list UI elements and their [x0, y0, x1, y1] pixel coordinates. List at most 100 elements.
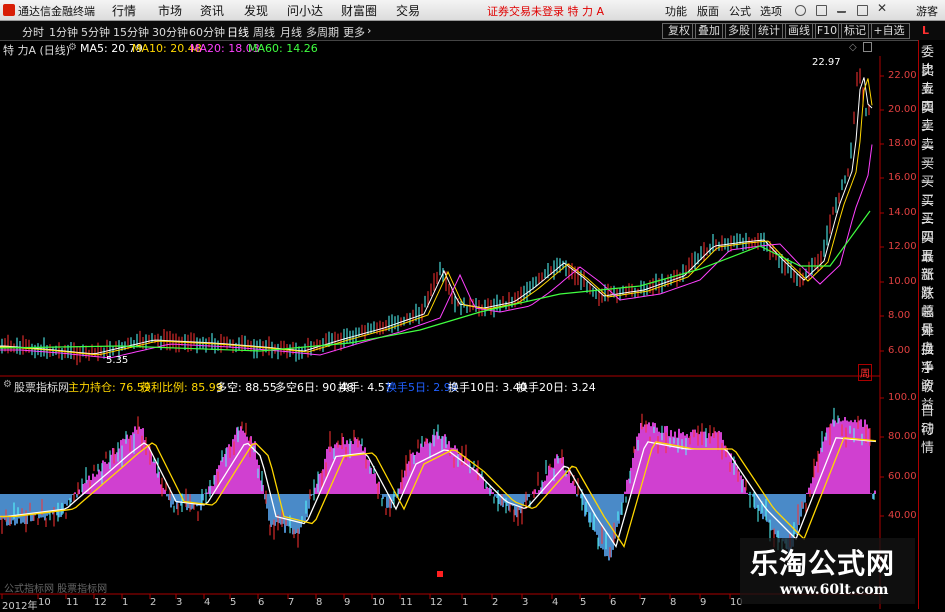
x-axis-label: 3 — [176, 597, 183, 608]
cloud-icon[interactable] — [816, 5, 827, 16]
indicator-y-label: 40.00 — [888, 510, 917, 521]
period-15min[interactable]: 15分钟 — [113, 24, 149, 40]
trade-login-alert[interactable]: 证券交易未登录 特 力 A — [487, 3, 604, 19]
fuquan-button[interactable]: 复权 — [662, 23, 696, 39]
avatar-icon[interactable] — [795, 5, 806, 16]
price-y-label: 8.00 — [888, 310, 911, 321]
biaoji-button[interactable]: 标记 — [838, 23, 872, 39]
price-y-label: 16.00 — [888, 172, 917, 183]
price-y-label: 20.00 — [888, 104, 917, 115]
menu-wenxiaoda[interactable]: 问小达 — [287, 2, 323, 19]
menu-zixun[interactable]: 资讯 — [200, 2, 224, 19]
diejia-button[interactable]: 叠加 — [692, 23, 726, 39]
overlay-text: 公式指标网 股票指标网 — [4, 584, 108, 595]
duogu-button[interactable]: 多股 — [722, 23, 756, 39]
watermark-url: www.60lt.com — [780, 582, 889, 598]
period-monthly[interactable]: 月线 — [280, 24, 302, 40]
add-watchlist-button[interactable]: +自选 — [868, 23, 910, 39]
huaxian-button[interactable]: 画线 — [782, 23, 816, 39]
kline-chart[interactable] — [0, 56, 918, 609]
chevron-right-icon[interactable]: › — [367, 24, 371, 37]
x-axis-label: 11 — [400, 597, 413, 608]
x-axis-label: 1 — [122, 597, 129, 608]
high-note: 22.97 — [812, 57, 841, 68]
x-axis-label: 7 — [640, 597, 647, 608]
x-axis-label: 2012年 — [2, 601, 38, 612]
indicator-y-label: 80.00 — [888, 431, 917, 442]
tongji-button[interactable]: 统计 — [752, 23, 786, 39]
app-logo-icon — [3, 4, 15, 16]
period-5min[interactable]: 5分钟 — [81, 24, 110, 40]
sidebar-item[interactable]: 行情 — [921, 422, 945, 458]
indicator-y-label: 60.00 — [888, 471, 917, 482]
price-candles — [0, 68, 873, 366]
price-y-label: 6.00 — [888, 345, 911, 356]
menu-hangqing[interactable]: 行情 — [112, 2, 136, 19]
low-note: 5.35 — [106, 355, 129, 366]
period-multi[interactable]: 多周期 — [306, 24, 339, 40]
close-icon[interactable]: ✕ — [877, 1, 887, 15]
x-axis-label: 12 — [430, 597, 443, 608]
x-axis-label: 12 — [94, 597, 107, 608]
menu-gongneng[interactable]: 功能 — [665, 3, 687, 19]
period-more[interactable]: 更多 — [343, 24, 365, 40]
menu-bar: 通达信金融终端 行情 市场 资讯 发现 问小达 财富圈 交易 证券交易未登录 特… — [0, 0, 945, 21]
x-axis-label: 8 — [316, 597, 323, 608]
ma60-label: MA60: 14.26 — [248, 42, 318, 55]
app-title: 通达信金融终端 — [18, 5, 95, 18]
x-axis-label: 9 — [344, 597, 351, 608]
corner-tag[interactable]: 周 — [858, 364, 872, 381]
corner-l-label: L — [922, 24, 930, 37]
x-axis-label: 4 — [552, 597, 559, 608]
x-axis-label: 9 — [700, 597, 707, 608]
menu-jiaoyi[interactable]: 交易 — [396, 2, 420, 19]
x-axis-label: 1 — [462, 597, 469, 608]
menu-banmian[interactable]: 版面 — [697, 3, 719, 19]
watermark-title: 乐淘公式网 — [750, 547, 896, 580]
period-weekly[interactable]: 周线 — [253, 24, 275, 40]
x-axis-label: 10 — [38, 597, 51, 608]
period-fenshi[interactable]: 分时 — [22, 24, 44, 40]
maximize-icon[interactable] — [857, 5, 868, 16]
guest-label[interactable]: 游客 — [916, 3, 938, 19]
diamond-icon[interactable]: ◇ — [849, 42, 857, 53]
price-panel-header: 特 力A (日线) ⚙ MA5: 20.79 MA10: 20.48 MA20:… — [0, 42, 880, 57]
ma60-line — [0, 210, 871, 352]
x-axis-label: 8 — [670, 597, 677, 608]
x-axis-label: 5 — [580, 597, 587, 608]
watermark: 乐淘公式网 www.60lt.com — [740, 538, 915, 604]
gear-icon[interactable]: ⚙ — [68, 42, 77, 53]
x-axis-label: 11 — [66, 597, 79, 608]
red-marker — [437, 571, 443, 577]
x-axis-label: 6 — [258, 597, 265, 608]
x-axis-label: 7 — [288, 597, 295, 608]
menu-caifuquan[interactable]: 财富圈 — [341, 2, 377, 19]
menu-xuanxiang[interactable]: 选项 — [760, 3, 782, 19]
x-axis-label: 4 — [204, 597, 211, 608]
period-30min[interactable]: 30分钟 — [152, 24, 188, 40]
price-y-label: 18.00 — [888, 138, 917, 149]
x-axis-label: 10 — [372, 597, 385, 608]
ma5-line — [0, 77, 873, 355]
menu-gongshi[interactable]: 公式 — [729, 3, 751, 19]
period-1min[interactable]: 1分钟 — [49, 24, 78, 40]
price-y-label: 10.00 — [888, 276, 917, 287]
price-y-label: 12.00 — [888, 241, 917, 252]
x-axis-label: 6 — [610, 597, 617, 608]
price-y-label: 14.00 — [888, 207, 917, 218]
menu-shichang[interactable]: 市场 — [158, 2, 182, 19]
minimize-icon[interactable] — [837, 5, 846, 13]
period-daily[interactable]: 日线 — [227, 24, 249, 40]
x-axis-label: 3 — [522, 597, 529, 608]
x-axis-label: 5 — [230, 597, 237, 608]
x-axis-label: 2 — [492, 597, 499, 608]
panel-toggle-icon[interactable] — [863, 42, 872, 52]
right-sidebar: 委比 卖五 卖四 卖三 卖二 卖一 买一 买二 买三 买四 买五 最新 涨跌 涨幅 总量 外盘 换手 净资 收益 自动… — [918, 40, 945, 609]
x-axis-label: 2 — [150, 597, 157, 608]
price-y-label: 22.00 — [888, 70, 917, 81]
period-60min[interactable]: 60分钟 — [189, 24, 225, 40]
ma10-line — [0, 78, 873, 356]
chart-toolbar: 分时 1分钟 5分钟 15分钟 30分钟 60分钟 日线 周线 月线 多周期 更… — [0, 21, 945, 41]
indicator-y-label: 100.0 — [888, 392, 917, 403]
menu-faxian[interactable]: 发现 — [244, 2, 268, 19]
